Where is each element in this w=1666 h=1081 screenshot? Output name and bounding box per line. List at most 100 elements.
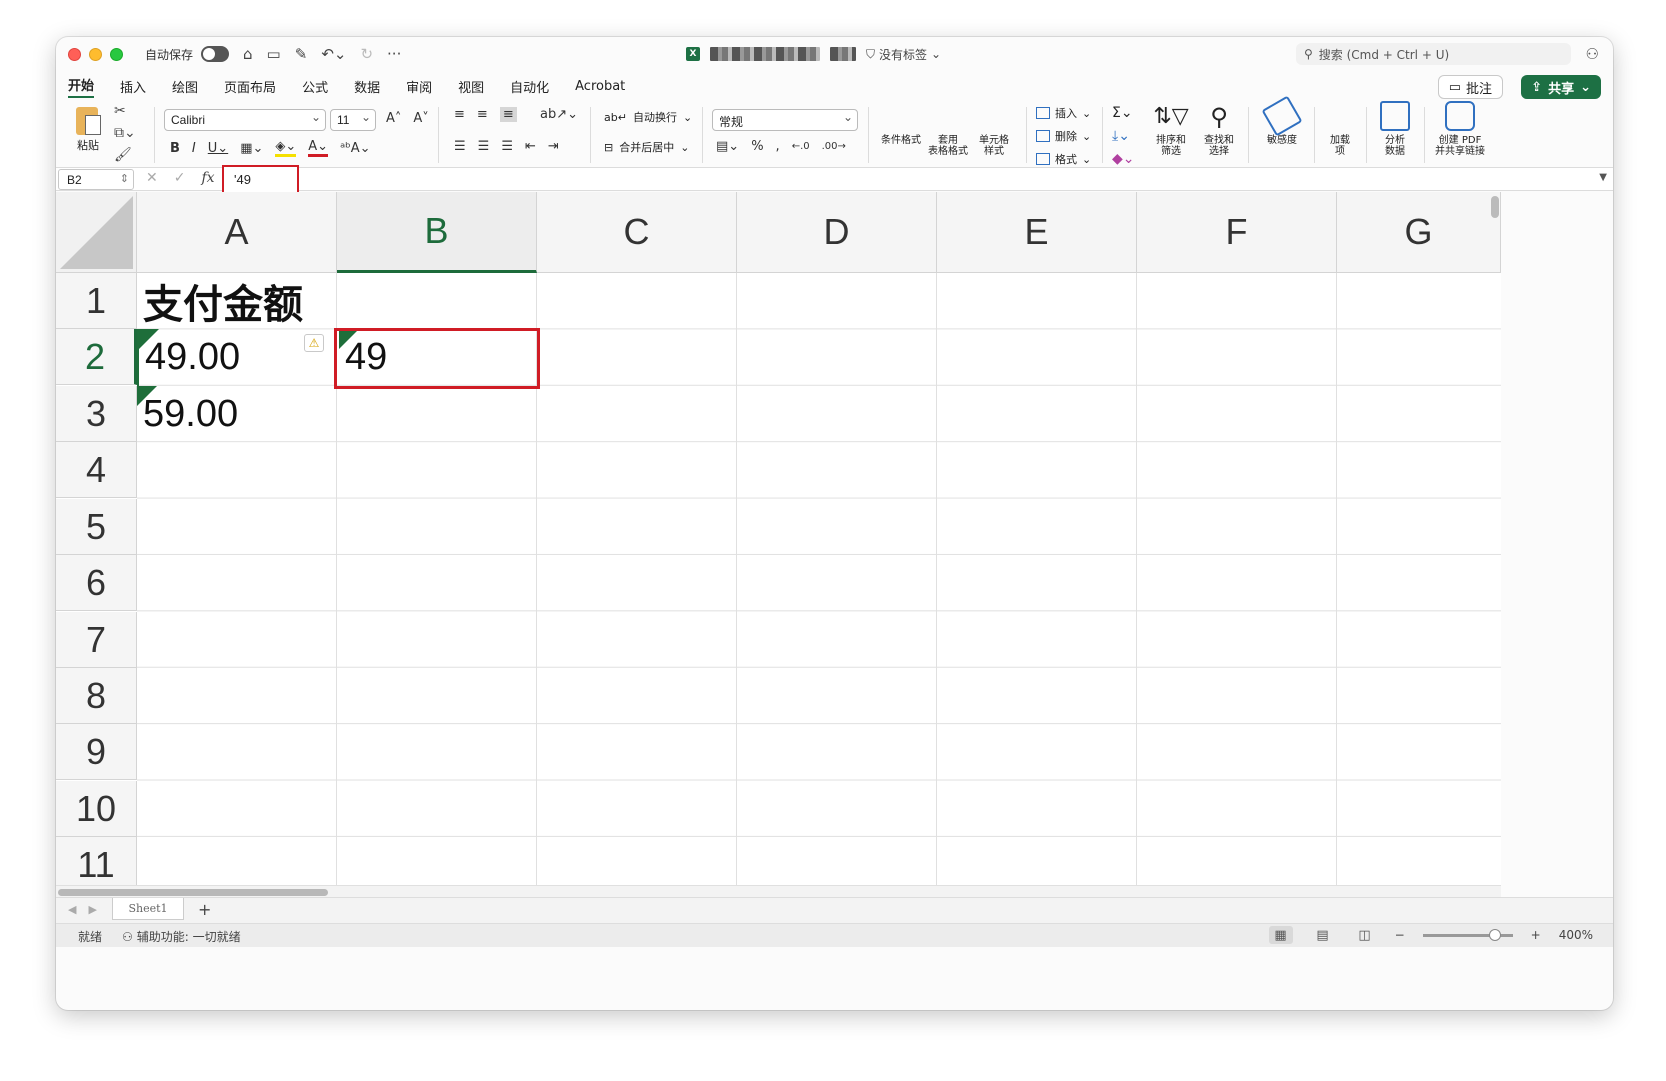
copy-icon[interactable]: ⧉⌄ (114, 125, 136, 141)
percent-icon[interactable]: % (751, 139, 763, 154)
home-icon[interactable]: ⌂ (243, 45, 253, 63)
normal-view-icon[interactable]: ▦ (1268, 926, 1293, 944)
format-as-table-button[interactable]: 套用 表格格式 (924, 101, 972, 286)
tab-insert[interactable]: 插入 (120, 77, 146, 96)
row-header-1[interactable]: 1 (56, 273, 137, 329)
row-header-6[interactable]: 6 (56, 555, 137, 611)
cell-styles-button[interactable]: 单元格 样式 (970, 101, 1018, 286)
tab-home[interactable]: 开始 (68, 75, 95, 98)
autosum-icon[interactable]: Σ⌄ (1112, 105, 1135, 121)
row-header-10[interactable]: 10 (56, 781, 137, 837)
tab-acrobat[interactable]: Acrobat (575, 79, 625, 94)
increase-font-icon[interactable]: A˄ (386, 111, 401, 126)
align-top-icon[interactable]: ≡ (454, 107, 465, 122)
row-header-9[interactable]: 9 (56, 724, 137, 780)
row-header-4[interactable]: 4 (56, 442, 137, 498)
comments-button[interactable]: ▭ 批注 (1437, 75, 1503, 99)
search-box[interactable]: ⚲ 搜索 (Cmd + Ctrl + U) (1296, 43, 1571, 65)
zoom-level[interactable]: 400% (1559, 928, 1593, 942)
increase-indent-icon[interactable]: ⇥ (548, 139, 559, 154)
zoom-out-button[interactable]: − (1395, 928, 1405, 942)
sort-filter-button[interactable]: ⇅▽ 排序和 筛选 (1146, 101, 1196, 157)
cell-a3[interactable]: 59.00 (137, 386, 337, 442)
share-button[interactable]: ⇪ 共享 ⌄ (1521, 75, 1601, 99)
horizontal-scrollbar[interactable] (58, 889, 328, 896)
insert-function-icon[interactable]: fx (201, 170, 214, 186)
tab-formulas[interactable]: 公式 (302, 77, 328, 96)
align-left-icon[interactable]: ☰ (454, 139, 466, 154)
autosave-toggle[interactable] (201, 46, 230, 62)
fill-icon[interactable]: ⤓⌄ (1112, 128, 1135, 144)
font-color-icon[interactable]: A⌄ (308, 139, 329, 157)
insert-cells-button[interactable]: 插入 ⌄ (1036, 105, 1091, 121)
formula-input[interactable]: '49 (222, 165, 299, 194)
merge-center-button[interactable]: ⊟ 合并后居中 ⌄ (604, 139, 689, 155)
find-select-button[interactable]: ⚲ 查找和 选择 (1194, 101, 1244, 157)
format-cells-button[interactable]: 格式 ⌄ (1036, 151, 1091, 167)
expand-formula-icon[interactable]: ▼ (1599, 172, 1607, 183)
row-header-8[interactable]: 8 (56, 668, 137, 724)
accessibility-status[interactable]: ⚇ 辅助功能: 一切就绪 (122, 928, 241, 945)
tab-page-layout[interactable]: 页面布局 (224, 77, 276, 96)
delete-cells-button[interactable]: 删除 ⌄ (1036, 128, 1091, 144)
column-header-e[interactable]: E (937, 192, 1137, 273)
column-header-g[interactable]: G (1337, 192, 1501, 273)
decrease-decimal-icon[interactable]: .00→ (822, 141, 846, 152)
tab-data[interactable]: 数据 (354, 77, 380, 96)
create-pdf-button[interactable]: 创建 PDF 并共享链接 (1430, 101, 1490, 157)
column-header-a[interactable]: A (137, 192, 337, 273)
font-size-select[interactable]: 11 (330, 109, 376, 131)
font-name-select[interactable]: Calibri (164, 109, 326, 131)
save-as-icon[interactable]: ✎ (295, 45, 308, 63)
tab-review[interactable]: 审阅 (406, 77, 432, 96)
close-window-button[interactable] (68, 47, 81, 61)
column-header-b[interactable]: B (337, 192, 537, 273)
accounting-format-icon[interactable]: ▤⌄ (716, 139, 739, 154)
warning-icon[interactable]: ⚠ (304, 334, 324, 352)
sensitivity-label[interactable]: ⛉ 没有标签 ⌄ (866, 46, 941, 63)
phonetic-icon[interactable]: ᵃᵇA⌄ (340, 141, 370, 156)
analyze-data-button[interactable]: 分析 数据 (1372, 101, 1418, 157)
redo-icon[interactable]: ↻ (360, 45, 373, 63)
align-bottom-icon[interactable]: ≡ (499, 107, 517, 122)
align-right-icon[interactable]: ☰ (501, 139, 513, 154)
row-header-5[interactable]: 5 (56, 499, 137, 555)
decrease-font-icon[interactable]: A˅ (413, 111, 428, 126)
comma-style-icon[interactable]: , (776, 139, 780, 154)
fill-color-icon[interactable]: ◈⌄ (275, 139, 297, 157)
row-header-3[interactable]: 3 (56, 386, 137, 442)
more-icon[interactable]: ··· (387, 45, 401, 63)
zoom-in-button[interactable]: + (1531, 928, 1541, 942)
italic-icon[interactable]: I (192, 141, 196, 156)
add-sheet-button[interactable]: + (198, 900, 211, 919)
bold-icon[interactable]: B (170, 141, 180, 156)
zoom-slider[interactable] (1422, 928, 1513, 941)
sheet-tab-sheet1[interactable]: Sheet1 (112, 898, 184, 920)
format-painter-icon[interactable]: 🖌 (114, 147, 136, 163)
paste-button[interactable]: 粘贴 (66, 103, 110, 153)
column-header-c[interactable]: C (537, 192, 737, 273)
addins-button[interactable]: 加载 项 (1320, 101, 1360, 286)
row-header-11[interactable]: 11 (56, 837, 137, 885)
tab-view[interactable]: 视图 (458, 77, 484, 96)
page-break-view-icon[interactable]: ◫ (1353, 926, 1377, 944)
orientation-icon[interactable]: ab↗⌄ (540, 107, 578, 122)
select-all-button[interactable] (56, 192, 137, 273)
wrap-text-button[interactable]: ab↵ 自动换行 ⌄ (604, 109, 692, 125)
sensitivity-button[interactable]: 敏感度 (1256, 95, 1308, 146)
align-middle-icon[interactable]: ≡ (477, 107, 488, 122)
account-icon[interactable]: ⚇ (1586, 45, 1599, 63)
confirm-icon[interactable]: ✓ (174, 170, 186, 186)
prev-sheet-icon[interactable]: ◀ (68, 903, 76, 916)
column-header-f[interactable]: F (1137, 192, 1337, 273)
name-box[interactable]: B2 (58, 169, 134, 190)
tab-draw[interactable]: 绘图 (172, 77, 198, 96)
cut-icon[interactable]: ✂ (114, 103, 136, 119)
tab-automate[interactable]: 自动化 (510, 77, 549, 96)
align-center-icon[interactable]: ☰ (478, 139, 490, 154)
next-sheet-icon[interactable]: ▶ (88, 903, 96, 916)
undo-icon[interactable]: ↶⌄ (321, 45, 346, 63)
conditional-format-button[interactable]: 条件格式 (876, 101, 926, 286)
clear-icon[interactable]: ◆⌄ (1112, 151, 1135, 167)
zoom-slider-knob[interactable] (1488, 928, 1501, 941)
